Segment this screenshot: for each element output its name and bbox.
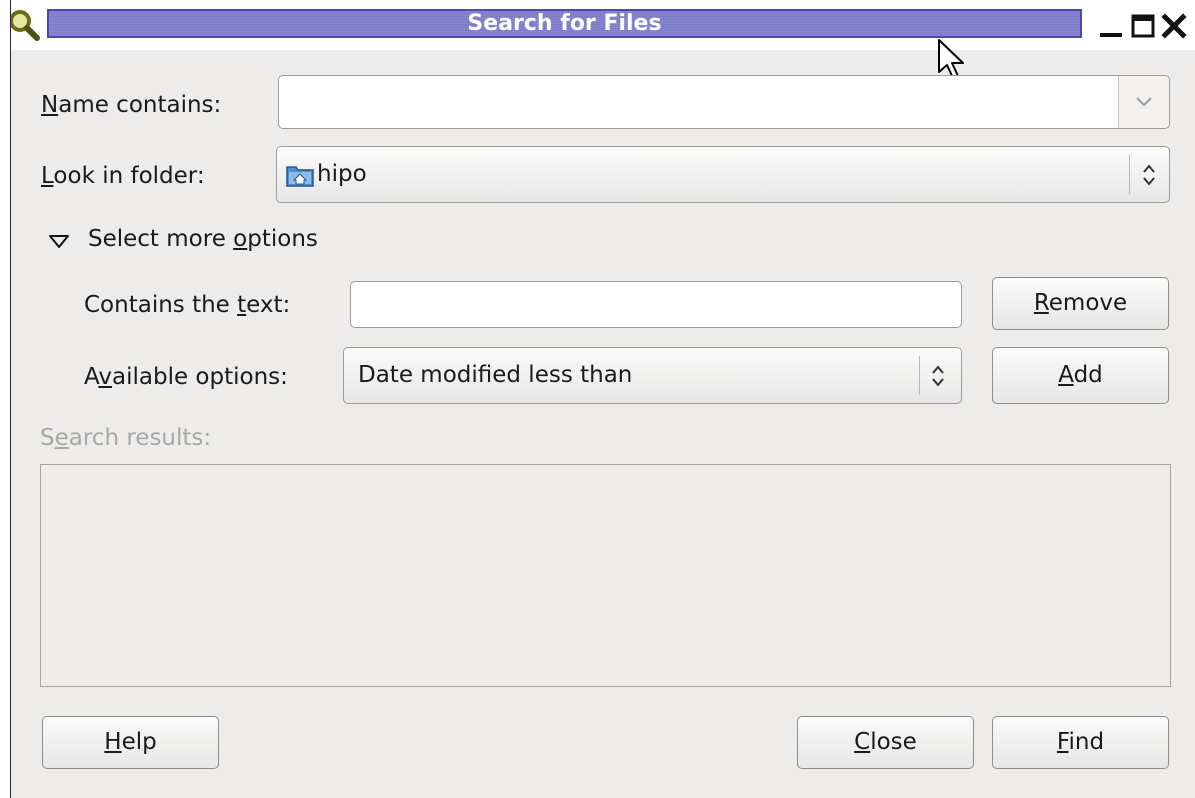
add-button[interactable]: Add	[992, 347, 1169, 404]
window-title: Search for Files	[47, 9, 1082, 38]
name-contains-dropdown-button[interactable]	[1118, 76, 1169, 128]
search-icon	[9, 10, 40, 41]
search-results-list[interactable]	[40, 464, 1171, 687]
maximize-icon[interactable]	[1130, 13, 1156, 39]
chevron-down-icon	[1136, 97, 1152, 107]
up-down-arrows-icon	[1143, 164, 1155, 186]
window-frame	[0, 0, 11, 798]
available-options-label: Available options:	[84, 364, 288, 390]
help-button[interactable]: Help	[42, 716, 219, 769]
up-down-arrows-icon	[932, 365, 944, 387]
look-in-folder-value: hipo	[317, 161, 367, 187]
contains-text-label: Contains the text:	[84, 292, 291, 318]
look-in-folder-select[interactable]: hipo	[276, 146, 1170, 203]
find-button[interactable]: Find	[992, 716, 1169, 769]
contains-text-input[interactable]	[350, 281, 962, 328]
more-options-label: Select more options	[88, 226, 318, 252]
title-bar[interactable]: Search for Files	[0, 0, 1195, 50]
name-contains-combo[interactable]	[278, 75, 1170, 129]
minimize-icon[interactable]	[1098, 13, 1124, 39]
available-options-select[interactable]: Date modified less than	[343, 347, 962, 404]
combo-separator	[1129, 155, 1130, 194]
close-icon[interactable]	[1161, 13, 1187, 39]
remove-button[interactable]: Remove	[992, 277, 1169, 330]
search-results-label: Search results:	[40, 425, 212, 451]
look-in-folder-label: Look in folder:	[41, 163, 205, 189]
triangle-down-icon	[49, 235, 69, 248]
combo-separator	[919, 356, 920, 395]
close-button[interactable]: Close	[797, 716, 974, 769]
available-options-value: Date modified less than	[358, 362, 633, 388]
name-contains-label: Name contains:	[41, 92, 222, 118]
home-folder-icon	[286, 166, 314, 187]
